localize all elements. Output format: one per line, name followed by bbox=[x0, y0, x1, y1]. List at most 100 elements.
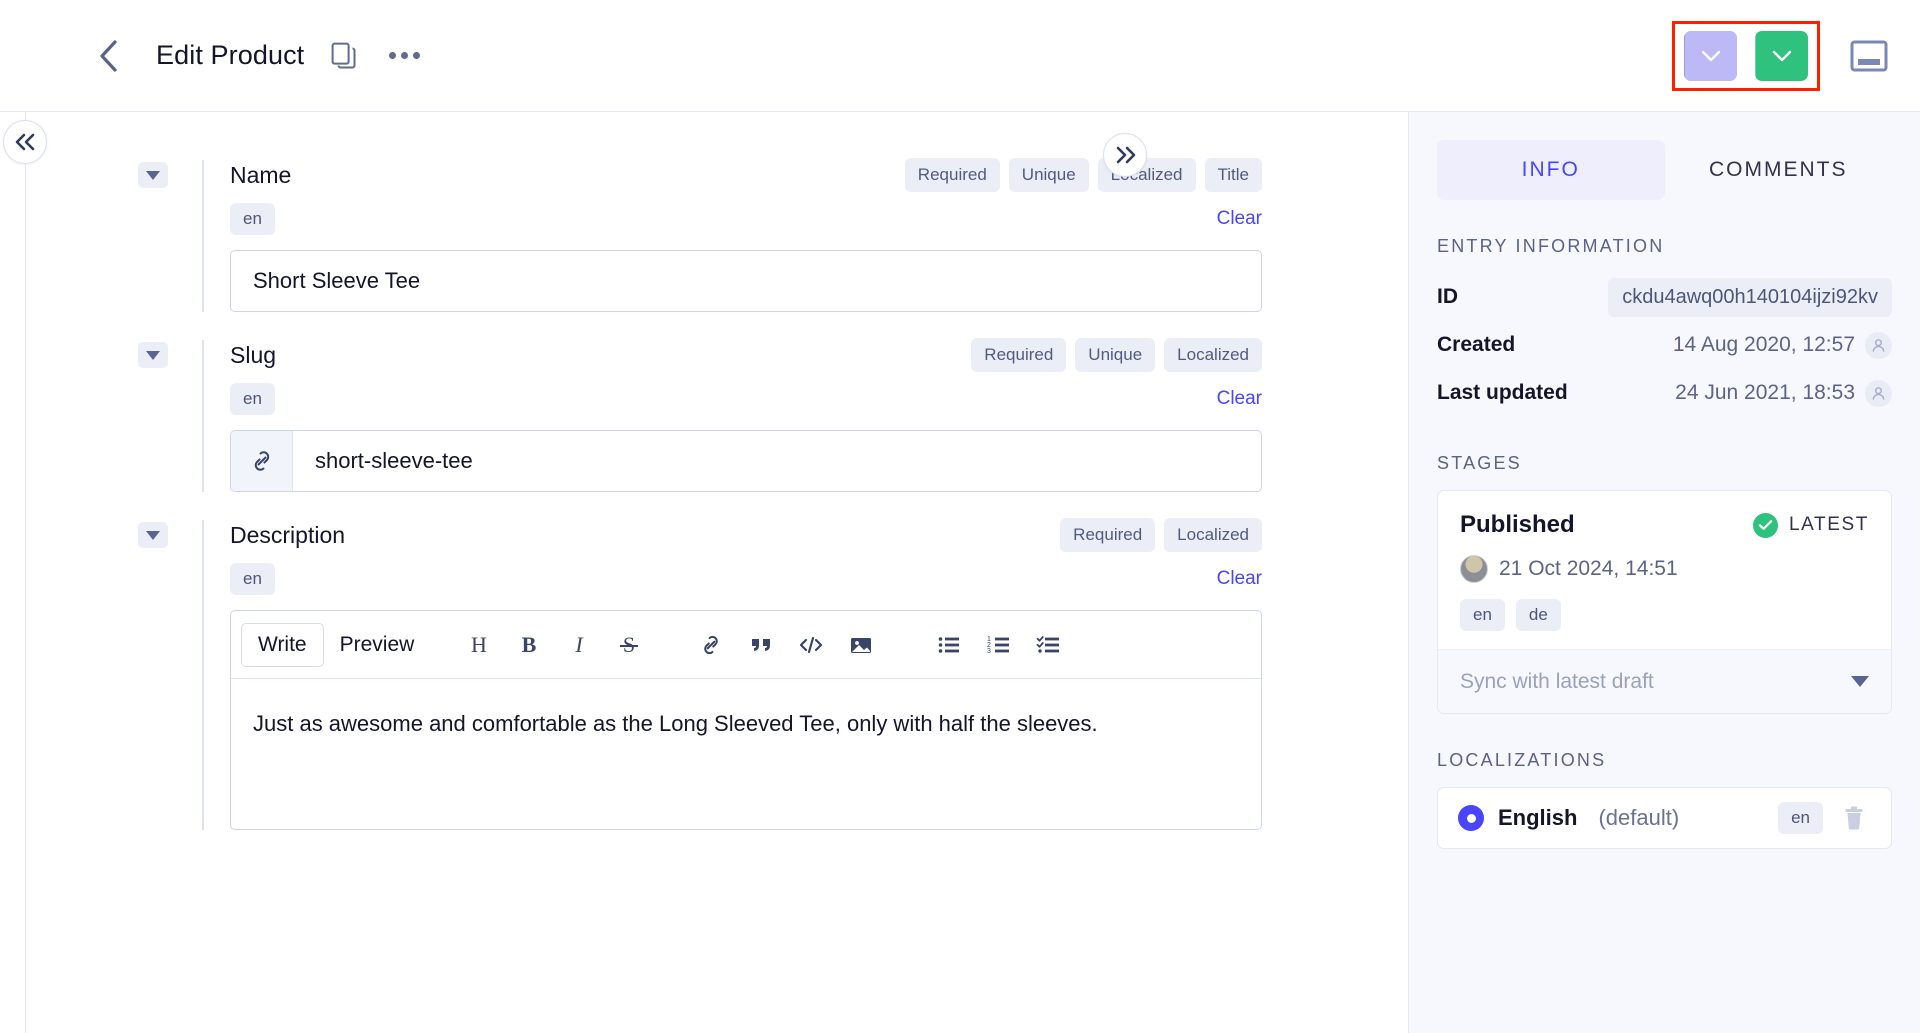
svg-text:3: 3 bbox=[987, 648, 991, 655]
field-head-slug: Slug Required Unique Localized bbox=[230, 338, 1262, 372]
code-button[interactable] bbox=[788, 622, 834, 668]
caret-down-icon bbox=[1851, 676, 1869, 687]
panel-toggle-button[interactable] bbox=[1846, 33, 1892, 79]
collapse-left-button[interactable] bbox=[3, 120, 47, 164]
duplicate-button[interactable] bbox=[324, 36, 364, 76]
duplicate-icon bbox=[331, 42, 356, 68]
chevrons-left-icon bbox=[15, 133, 35, 151]
tab-preview[interactable]: Preview bbox=[324, 624, 431, 666]
save-dropdown-button[interactable] bbox=[1685, 31, 1737, 81]
field-name: Name Required Unique Localized Title en … bbox=[26, 158, 1356, 312]
entry-value-created-group: 14 Aug 2020, 12:57 bbox=[1673, 331, 1892, 359]
chevron-down-icon bbox=[1701, 50, 1721, 62]
delete-localization-button[interactable] bbox=[1837, 805, 1871, 831]
check-icon bbox=[1758, 520, 1773, 530]
svg-text:H: H bbox=[471, 632, 487, 657]
chevron-down-icon bbox=[1772, 50, 1792, 62]
tab-comments[interactable]: COMMENTS bbox=[1665, 140, 1893, 200]
entry-key-created: Created bbox=[1437, 333, 1516, 356]
locale-chip-slug[interactable]: en bbox=[230, 383, 275, 415]
code-icon bbox=[800, 636, 823, 653]
field-label-slug: Slug bbox=[230, 341, 277, 368]
edit-product-screen: Edit Product Save bbox=[0, 0, 1920, 1033]
entry-information-heading: ENTRY INFORMATION bbox=[1437, 236, 1665, 256]
slug-input[interactable]: short-sleeve-tee bbox=[230, 430, 1262, 492]
publish-dropdown-button[interactable] bbox=[1756, 31, 1808, 81]
markdown-toolbar: Write Preview H B I S 1 2 3 bbox=[231, 611, 1261, 679]
badge-localized: Localized bbox=[1164, 518, 1262, 552]
badge-unique: Unique bbox=[1075, 338, 1156, 372]
slug-value[interactable]: short-sleeve-tee bbox=[293, 431, 473, 491]
entry-row-created: Created 14 Aug 2020, 12:57 bbox=[1437, 321, 1892, 369]
field-collapse-toggle-slug[interactable] bbox=[138, 342, 168, 368]
entry-form: Name Required Unique Localized Title en … bbox=[26, 112, 1356, 830]
publish-split-button[interactable]: Publish bbox=[1755, 31, 1808, 81]
numbered-list-button[interactable]: 1 2 3 bbox=[976, 622, 1022, 668]
locale-chip-name[interactable]: en bbox=[230, 203, 275, 235]
clear-link-slug[interactable]: Clear bbox=[1217, 388, 1262, 410]
clear-link-description[interactable]: Clear bbox=[1217, 568, 1262, 590]
app-header: Edit Product Save bbox=[0, 0, 1920, 112]
stage-date-row: 21 Oct 2024, 14:51 bbox=[1460, 555, 1869, 583]
stage-name: Published bbox=[1460, 511, 1575, 538]
italic-button[interactable]: I bbox=[556, 622, 602, 668]
field-sub-name: en Clear bbox=[230, 203, 1262, 235]
entry-value-id[interactable]: ckdu4awq00h140104ijzi92kv bbox=[1608, 277, 1892, 317]
more-options-button[interactable] bbox=[384, 36, 424, 76]
chevrons-right-icon bbox=[1116, 146, 1136, 164]
badge-required: Required bbox=[904, 158, 1000, 192]
markdown-tools: H B I S 1 2 3 bbox=[456, 622, 1072, 668]
field-collapse-toggle-description[interactable] bbox=[138, 522, 168, 548]
sync-label: Sync with latest draft bbox=[1460, 669, 1654, 693]
stage-locale-de[interactable]: de bbox=[1515, 599, 1561, 631]
caret-down-icon bbox=[146, 170, 160, 180]
user-icon-glyph bbox=[1872, 338, 1885, 352]
italic-icon: I bbox=[575, 632, 585, 657]
field-description: Description Required Localized en Clear … bbox=[26, 518, 1356, 830]
info-sidebar: INFO COMMENTS ENTRY INFORMATION ID ckdu4… bbox=[1408, 112, 1920, 1033]
description-textarea[interactable]: Just as awesome and comfortable as the L… bbox=[231, 679, 1261, 829]
field-body-name: Name Required Unique Localized Title en … bbox=[202, 158, 1262, 312]
field-sub-description: en Clear bbox=[230, 563, 1262, 595]
link-button[interactable] bbox=[688, 622, 734, 668]
save-split-button[interactable]: Save bbox=[1684, 31, 1737, 81]
entry-key-last-updated: Last updated bbox=[1437, 381, 1568, 404]
svg-text:S: S bbox=[623, 632, 635, 657]
markdown-editor: Write Preview H B I S 1 2 3 Just as awes… bbox=[230, 610, 1262, 830]
back-button[interactable] bbox=[88, 36, 128, 76]
bold-button[interactable]: B bbox=[506, 622, 552, 668]
link-icon bbox=[704, 635, 719, 654]
localization-code: en bbox=[1778, 802, 1823, 834]
bold-icon: B bbox=[522, 632, 537, 657]
check-list-icon bbox=[1036, 635, 1060, 653]
check-circle-icon bbox=[1753, 512, 1778, 538]
stage-locale-en[interactable]: en bbox=[1460, 599, 1505, 631]
image-button[interactable] bbox=[838, 622, 884, 668]
svg-text:B: B bbox=[522, 632, 537, 657]
clear-link-name[interactable]: Clear bbox=[1217, 208, 1262, 230]
localization-name: English bbox=[1498, 805, 1578, 830]
caret-down-icon bbox=[146, 530, 160, 540]
strikethrough-button[interactable]: S bbox=[606, 622, 652, 668]
stage-date: 21 Oct 2024, 14:51 bbox=[1499, 557, 1678, 580]
localization-default-note: (default) bbox=[1598, 805, 1680, 830]
quote-button[interactable] bbox=[738, 622, 784, 668]
page-title: Edit Product bbox=[156, 40, 305, 70]
field-collapse-toggle-name[interactable] bbox=[138, 162, 168, 188]
bullet-list-icon bbox=[939, 636, 960, 653]
entry-value-last-updated-group: 24 Jun 2021, 18:53 bbox=[1675, 379, 1892, 407]
user-icon bbox=[1865, 379, 1892, 407]
caret-down-icon bbox=[146, 350, 160, 360]
localizations-heading: LOCALIZATIONS bbox=[1437, 750, 1607, 770]
heading-button[interactable]: H bbox=[456, 622, 502, 668]
tab-write[interactable]: Write bbox=[241, 622, 324, 667]
stage-card-header: Published LATEST bbox=[1460, 511, 1869, 539]
localization-row-english[interactable]: English (default) en bbox=[1437, 787, 1892, 849]
tab-info[interactable]: INFO bbox=[1437, 140, 1665, 200]
sync-with-latest-draft-select[interactable]: Sync with latest draft bbox=[1438, 649, 1891, 713]
bullet-list-button[interactable] bbox=[926, 622, 972, 668]
collapse-right-button[interactable] bbox=[1103, 133, 1147, 177]
locale-chip-description[interactable]: en bbox=[230, 563, 275, 595]
name-input[interactable]: Short Sleeve Tee bbox=[230, 250, 1262, 312]
check-list-button[interactable] bbox=[1026, 622, 1072, 668]
